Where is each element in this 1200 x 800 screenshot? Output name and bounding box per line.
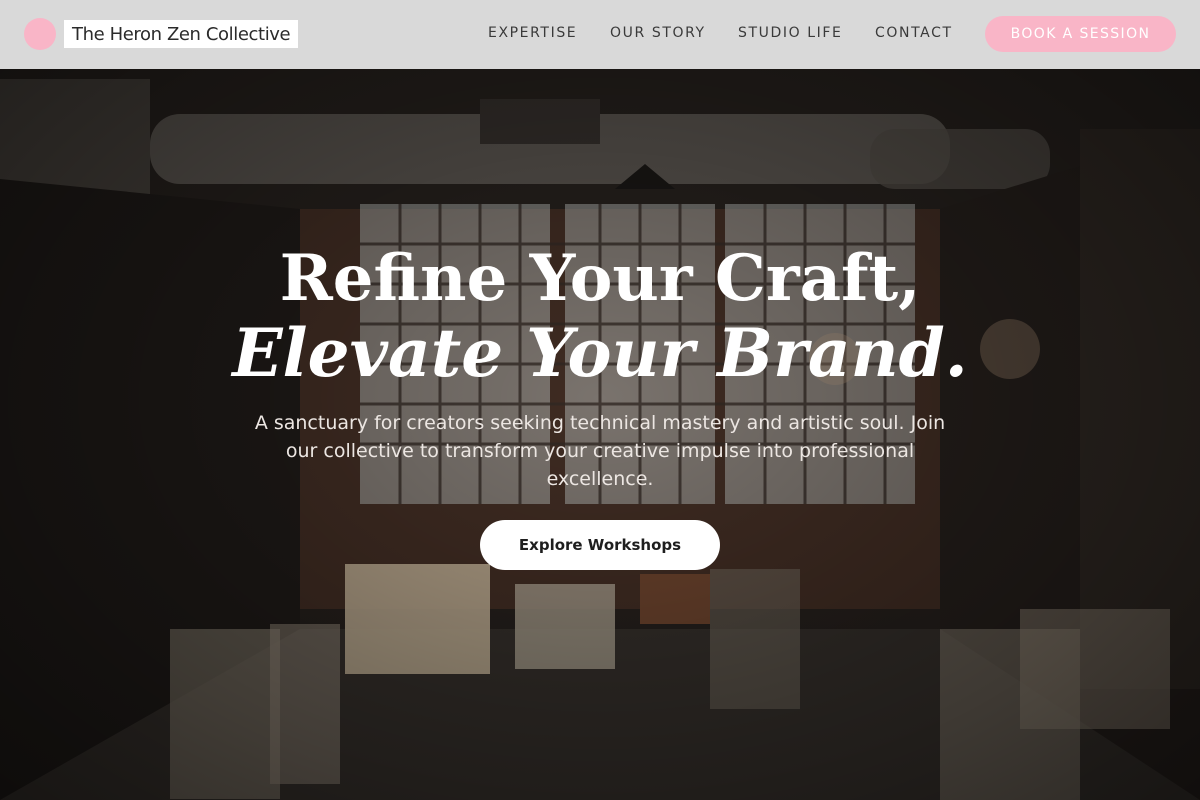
nav-link-studio-life[interactable]: STUDIO LIFE: [738, 25, 843, 41]
top-navbar: The Heron Zen Collective EXPERTISE OUR S…: [0, 0, 1200, 69]
brand-name: The Heron Zen Collective: [72, 23, 291, 45]
explore-workshops-button[interactable]: Explore Workshops: [480, 520, 720, 570]
hero-headline-line-1: Refine Your Craft,: [279, 241, 921, 316]
nav-link-our-story[interactable]: OUR STORY: [610, 25, 706, 41]
nav-link-contact[interactable]: CONTACT: [875, 25, 953, 41]
hero-subtext: A sanctuary for creators seeking technic…: [254, 412, 946, 490]
hero-section: Refine Your Craft, Elevate Your Brand. A…: [0, 69, 1200, 800]
nav-link-expertise[interactable]: EXPERTISE: [488, 25, 577, 41]
hero-headline-line-2: Elevate Your Brand.: [232, 314, 968, 392]
hero-content: Refine Your Craft, Elevate Your Brand. A…: [0, 69, 1200, 800]
book-session-button[interactable]: BOOK A SESSION: [985, 16, 1176, 52]
logo-icon[interactable]: [24, 18, 56, 50]
landing-page: The Heron Zen Collective EXPERTISE OUR S…: [0, 0, 1200, 800]
brand-link[interactable]: The Heron Zen Collective: [64, 20, 299, 48]
